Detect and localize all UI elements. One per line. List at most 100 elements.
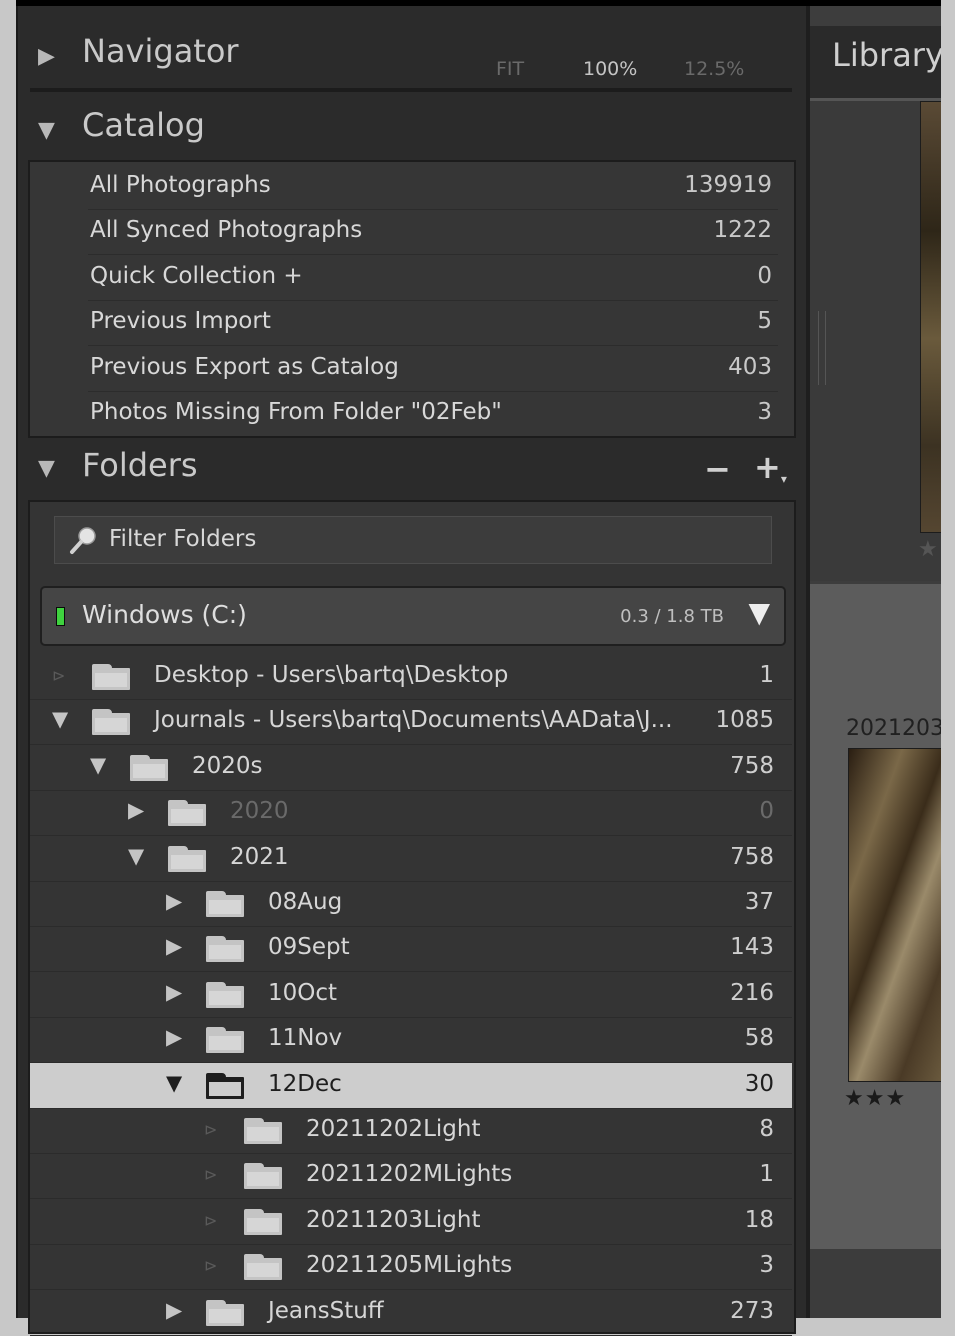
folder-row[interactable]: ▶ 08Aug 37 — [30, 881, 792, 927]
catalog-item-label: Previous Import — [90, 308, 271, 334]
library-header[interactable]: Library — [810, 26, 941, 101]
folders-header[interactable]: ▼ Folders — [18, 434, 806, 500]
catalog-header[interactable]: ▼ Catalog — [18, 94, 806, 166]
folder-icon — [168, 800, 206, 827]
grid-cell[interactable]: ★ — [810, 101, 941, 581]
collapse-triangle-icon[interactable]: ▶ — [38, 44, 55, 69]
zoom-100-button[interactable]: 100% — [583, 58, 637, 80]
volume-status-led — [56, 607, 65, 626]
folder-row[interactable]: ⊳ 20211202Light 8 — [30, 1108, 792, 1154]
folder-row[interactable]: ⊳ 20211202MLights 1 — [30, 1153, 792, 1200]
grid-cell-selected[interactable]: 2021203 ★★★ — [810, 584, 941, 1249]
expand-triangle-icon[interactable]: ▼ — [38, 118, 55, 143]
expand-arrow-icon[interactable]: ▶ — [166, 980, 182, 1004]
folder-name: 11Nov — [268, 1025, 343, 1052]
folder-icon — [206, 981, 244, 1008]
volume-size: 0.3 / 1.8 TB — [620, 606, 724, 627]
folder-row[interactable]: ▶ 11Nov 58 — [30, 1017, 792, 1064]
folder-row[interactable]: ⊳ 20211203Light 18 — [30, 1199, 792, 1245]
navigator-divider — [30, 88, 792, 92]
expand-arrow-icon[interactable]: ⊳ — [52, 666, 65, 685]
folder-count: 18 — [744, 1206, 774, 1233]
folder-icon — [206, 936, 244, 963]
folder-count: 1 — [759, 1161, 774, 1188]
expand-arrow-icon[interactable]: ▶ — [128, 798, 144, 822]
folder-row[interactable]: ▼ Journals - Users\bartq\Documents\AAData… — [30, 699, 792, 746]
catalog-list: All Photographs 139919 All Synced Photog… — [28, 160, 796, 438]
folder-count: 58 — [744, 1025, 774, 1052]
expand-arrow-icon[interactable]: ⊳ — [204, 1256, 217, 1275]
zoom-12-5-button[interactable]: 12.5% — [684, 58, 744, 80]
expand-arrow-icon[interactable]: ⊳ — [204, 1165, 217, 1184]
plus-icon: + — [754, 448, 781, 486]
catalog-title: Catalog — [82, 106, 205, 144]
photo-thumbnail[interactable] — [920, 101, 941, 533]
catalog-item-label: All Synced Photographs — [90, 217, 363, 243]
catalog-item-all-synced[interactable]: All Synced Photographs 1222 — [88, 209, 778, 255]
catalog-item-label: Quick Collection + — [90, 263, 303, 289]
expand-triangle-icon[interactable]: ▼ — [38, 456, 55, 481]
folder-icon — [92, 664, 130, 690]
catalog-item-label: Previous Export as Catalog — [90, 354, 399, 380]
rating-stars[interactable]: ★★★ — [844, 1086, 906, 1111]
photo-thumbnail[interactable] — [848, 748, 941, 1082]
collapse-arrow-icon[interactable]: ▼ — [90, 753, 106, 777]
catalog-item-label: Photos Missing From Folder "02Feb" — [90, 399, 502, 425]
folder-row[interactable]: ⊳ 20211205MLights 3 — [30, 1244, 792, 1291]
catalog-item-count: 3 — [757, 399, 772, 425]
folder-name: 2020 — [230, 798, 289, 825]
folder-icon — [92, 709, 130, 736]
catalog-item-previous-import[interactable]: Previous Import 5 — [88, 300, 778, 346]
folder-count: 143 — [730, 934, 774, 961]
folder-row[interactable]: ▼ 2021 758 — [30, 836, 792, 882]
folder-row[interactable]: ▶ JeansStuff 273 — [30, 1290, 792, 1336]
volume-name: Windows (C:) — [82, 600, 247, 629]
filter-folders-input[interactable]: Filter Folders — [54, 516, 772, 564]
collapse-arrow-icon[interactable]: ▼ — [52, 707, 68, 731]
folder-count: 8 — [759, 1116, 774, 1142]
folder-row[interactable]: ▶ 09Sept 143 — [30, 926, 792, 973]
folder-icon — [206, 1299, 244, 1326]
add-folder-button[interactable]: +▾ — [754, 448, 787, 486]
grid-cell[interactable] — [810, 1249, 941, 1318]
folder-count: 273 — [730, 1297, 774, 1324]
folder-row[interactable]: ▶ 2020 0 — [30, 790, 792, 837]
zoom-fit-button[interactable]: FIT — [496, 58, 524, 80]
folder-name: 08Aug — [268, 889, 343, 915]
folder-icon — [206, 891, 244, 917]
collapse-arrow-icon[interactable]: ▼ — [166, 1071, 182, 1095]
folder-count: 1 — [759, 662, 774, 688]
folder-name: Journals - Users\bartq\Documents\AAData\… — [154, 707, 673, 734]
navigator-header[interactable]: ▶ Navigator FIT 100% 12.5% — [18, 20, 806, 92]
folder-row[interactable]: ▼ 2020s 758 — [30, 745, 792, 791]
folder-count: 758 — [730, 843, 774, 870]
folder-count: 1085 — [715, 707, 774, 734]
volume-windows-c[interactable]: Windows (C:) 0.3 / 1.8 TB ▼ — [40, 586, 786, 646]
folder-icon — [244, 1254, 282, 1281]
folder-icon — [130, 754, 168, 781]
catalog-item-missing-photos[interactable]: Photos Missing From Folder "02Feb" 3 — [88, 391, 778, 436]
folder-icon — [244, 1163, 282, 1190]
folder-count: 30 — [744, 1070, 774, 1097]
folder-row[interactable]: ⊳ Desktop - Users\bartq\Desktop 1 — [30, 654, 792, 700]
volume-dropdown-icon[interactable]: ▼ — [748, 596, 770, 629]
scroll-splitter[interactable] — [818, 311, 826, 385]
expand-arrow-icon[interactable]: ▶ — [166, 934, 182, 958]
folder-name: 20211202MLights — [306, 1161, 513, 1188]
catalog-item-all-photographs[interactable]: All Photographs 139919 — [88, 164, 778, 210]
expand-arrow-icon[interactable]: ▶ — [166, 889, 182, 913]
folders-title: Folders — [82, 446, 198, 484]
collapse-arrow-icon[interactable]: ▼ — [128, 844, 144, 868]
expand-arrow-icon[interactable]: ⊳ — [204, 1211, 217, 1230]
remove-folder-button[interactable]: − — [704, 450, 731, 488]
catalog-item-quick-collection[interactable]: Quick Collection + 0 — [88, 255, 778, 301]
folder-icon — [206, 1027, 244, 1054]
folder-icon — [168, 845, 206, 872]
catalog-item-previous-export[interactable]: Previous Export as Catalog 403 — [88, 346, 778, 392]
expand-arrow-icon[interactable]: ▶ — [166, 1025, 182, 1049]
rating-star-icon[interactable]: ★ — [918, 537, 938, 562]
folder-row[interactable]: ▼ 12Dec 30 — [30, 1062, 792, 1109]
expand-arrow-icon[interactable]: ⊳ — [204, 1120, 217, 1139]
left-panel: ▶ Navigator FIT 100% 12.5% ▼ Catalog All… — [18, 6, 806, 1336]
folder-row[interactable]: ▶ 10Oct 216 — [30, 972, 792, 1018]
